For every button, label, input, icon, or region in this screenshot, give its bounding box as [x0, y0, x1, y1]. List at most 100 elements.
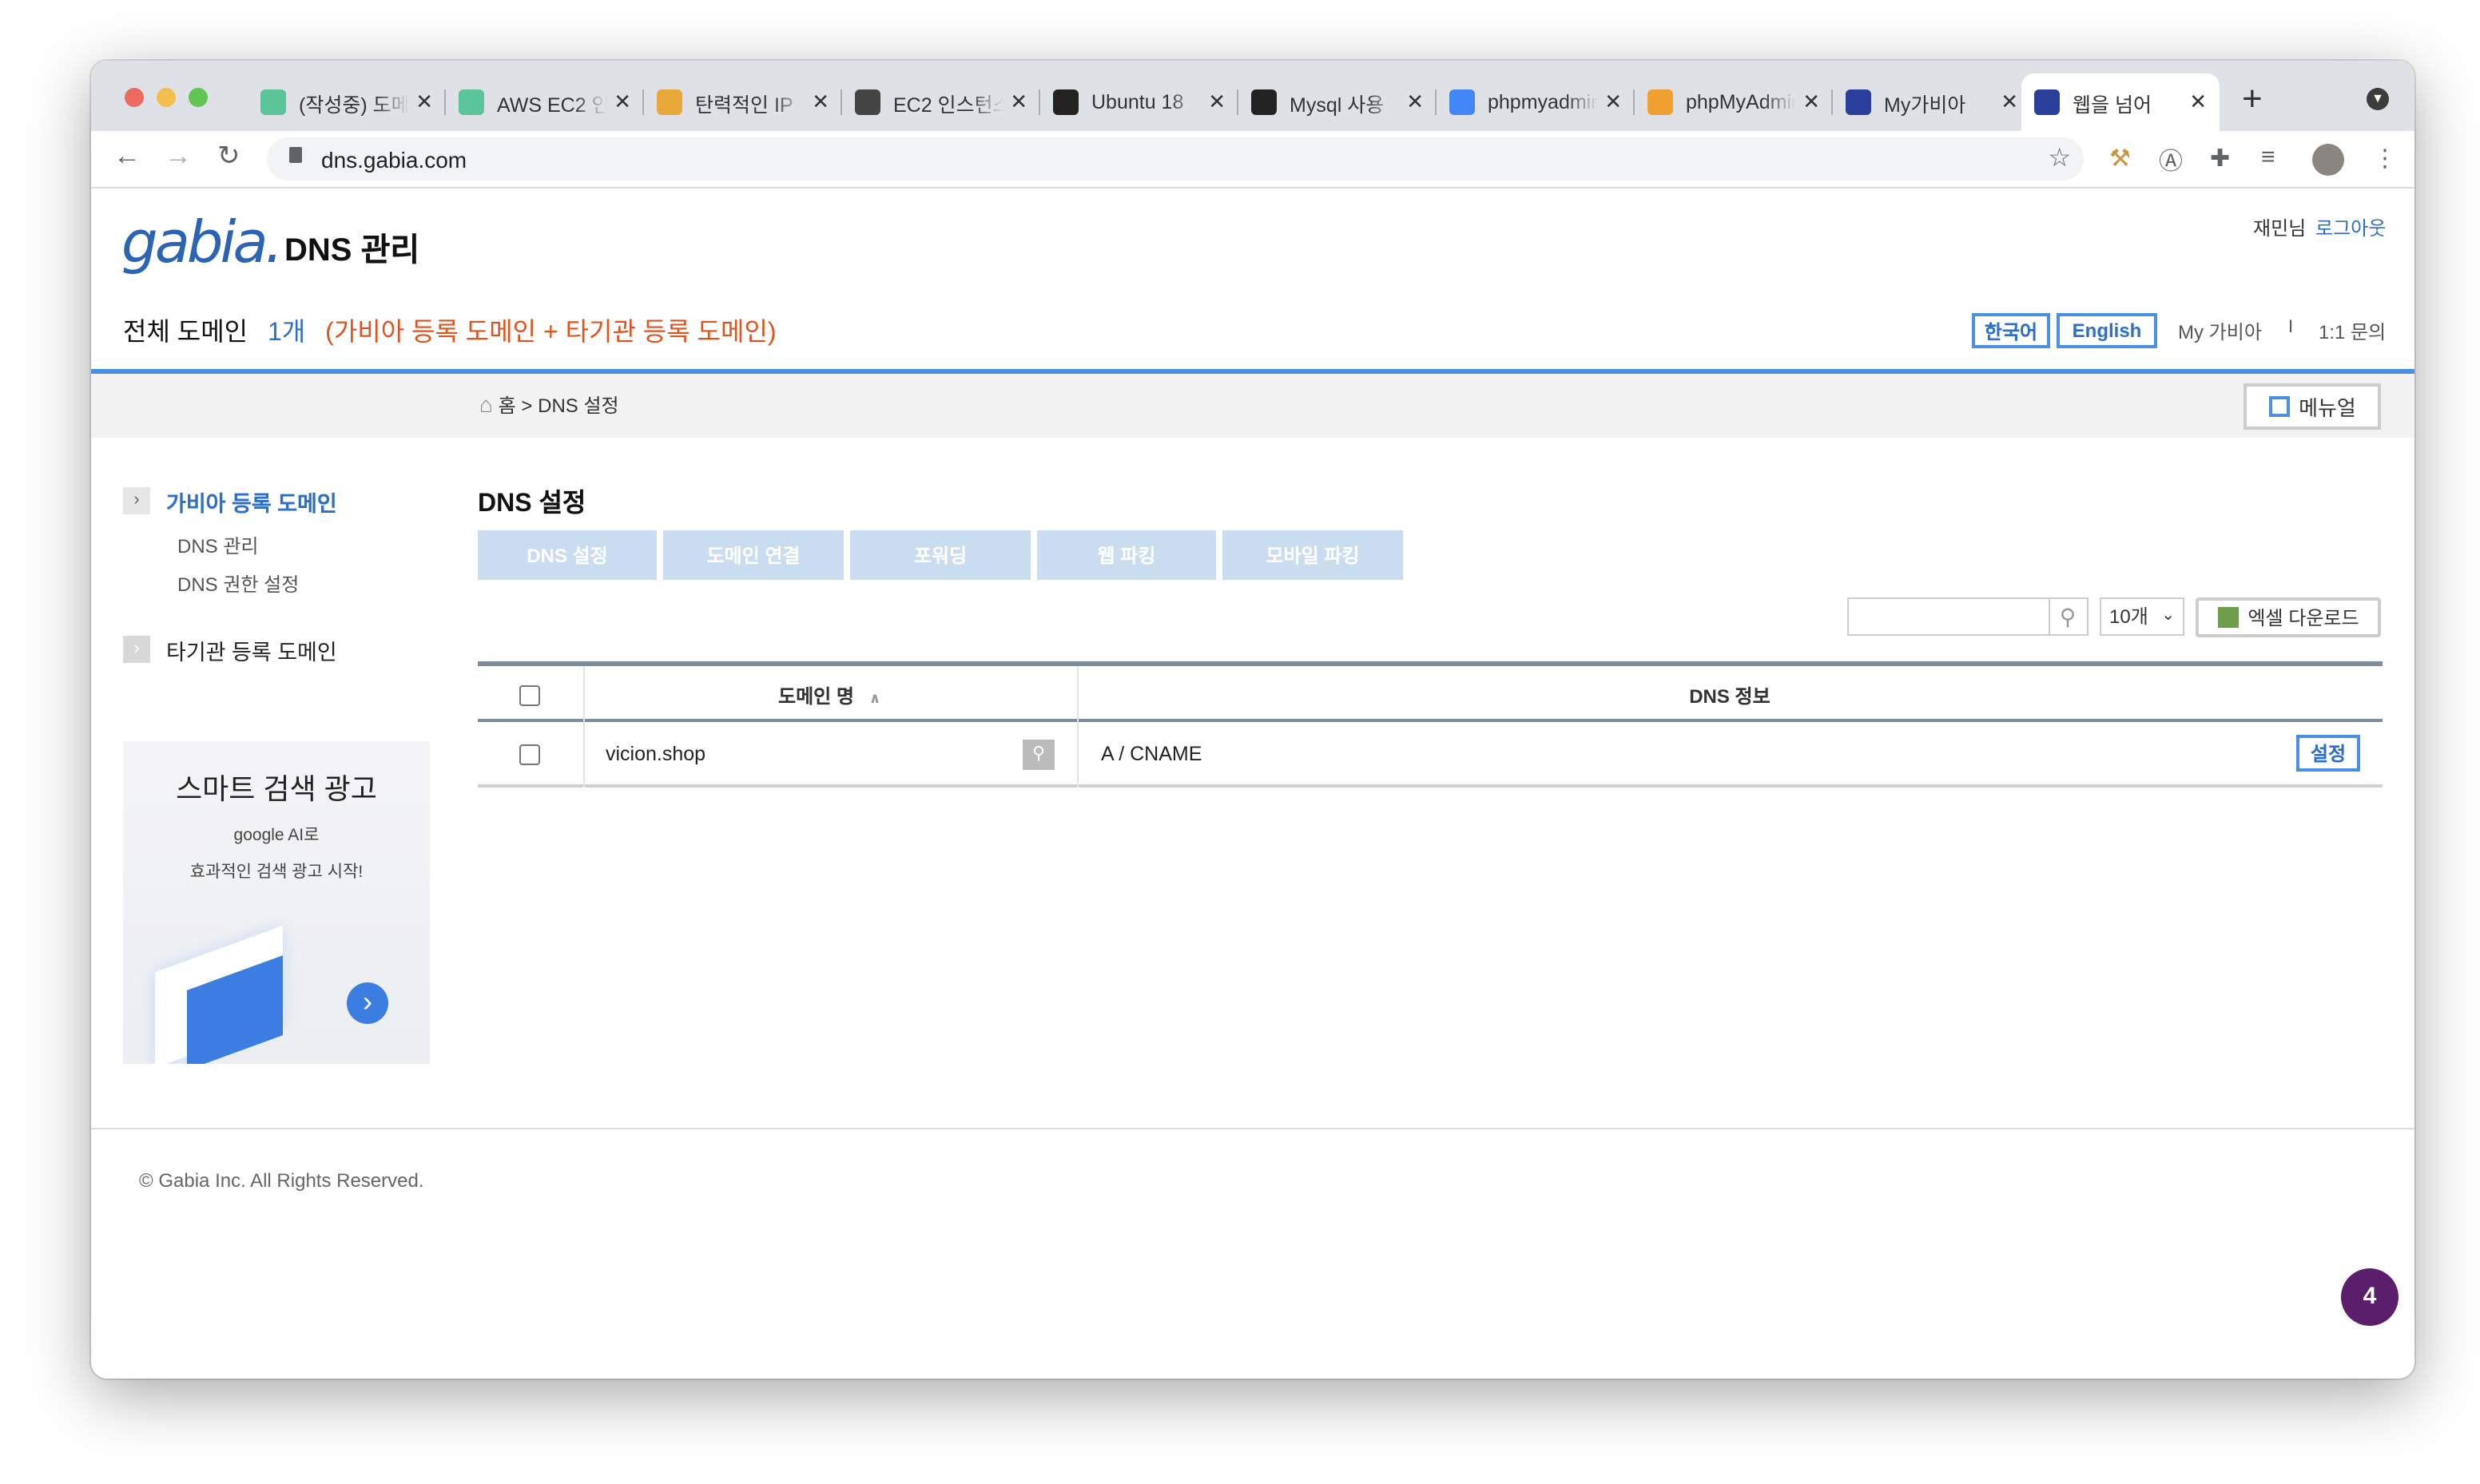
tab-title: 탄력적인 IP — [695, 93, 793, 116]
browser-tab[interactable]: EC2 인스턴스 ✕ — [842, 73, 1040, 131]
browser-tab[interactable]: phpMyAdmin ✕ — [1635, 73, 1833, 131]
inquiry-link[interactable]: 1:1 문의 — [2319, 318, 2386, 345]
close-tab-icon[interactable]: ✕ — [614, 89, 631, 115]
menu-kebab-icon[interactable]: ⋮ — [2373, 144, 2397, 173]
select-all-checkbox[interactable] — [519, 685, 540, 706]
dns-info: A / CNAME — [1101, 743, 1202, 765]
address-bar[interactable]: dns.gabia.com ☆ — [267, 137, 2084, 181]
chevron-down-icon: ⌄ — [2161, 607, 2175, 625]
browser-tab[interactable]: AWS EC2 인스턴스 ✕ — [446, 73, 644, 131]
close-tab-icon[interactable]: ✕ — [1802, 89, 1820, 115]
url-text: dns.gabia.com — [321, 146, 467, 172]
breadcrumb-bar: ⌂ 홈 > DNS 설정 메뉴얼 — [91, 374, 2414, 438]
lang-english-button[interactable]: English — [2057, 313, 2157, 348]
home-icon[interactable]: ⌂ — [479, 391, 493, 417]
sidebar-item-dns-permission[interactable]: DNS 권한 설정 — [177, 570, 299, 597]
profile-avatar[interactable] — [2312, 144, 2344, 176]
browser-window: (작성중) 도메인✕AWS EC2 인스턴스✕탄력적인 IP✕EC2 인스턴스✕… — [91, 61, 2414, 1379]
notification-badge-button[interactable]: 4 — [2341, 1268, 2399, 1326]
chevron-right-icon[interactable]: › — [123, 487, 150, 514]
tab-domain-connect[interactable]: 도메인 연결 — [663, 530, 844, 580]
close-window-button[interactable] — [125, 88, 144, 107]
close-tab-icon[interactable]: ✕ — [2001, 89, 2018, 115]
sidebar-group-gabia[interactable]: 가비아 등록 도메인 — [166, 486, 337, 518]
excel-download-button[interactable]: 엑셀 다운로드 — [2196, 597, 2381, 637]
tab-title: My가비아 — [1884, 93, 1966, 116]
breadcrumb-home[interactable]: 홈 — [499, 395, 516, 417]
search-icon[interactable]: ⚲ — [2049, 597, 2089, 636]
pma-icon — [1647, 89, 1673, 115]
tab-forwarding[interactable]: 포워딩 — [850, 530, 1031, 580]
domain-search-input[interactable] — [1847, 597, 2050, 636]
domain-search-icon[interactable]: ⚲ — [1023, 740, 1055, 770]
domain-name: vicion.shop — [606, 743, 706, 765]
chevron-right-icon[interactable]: › — [123, 636, 150, 663]
page-size-select[interactable]: 10개 ⌄ — [2100, 597, 2184, 636]
browser-tab[interactable]: 웹을 넘어 ✕ — [2021, 73, 2220, 131]
browser-tab[interactable]: phpmyadmin ✕ — [1437, 73, 1635, 131]
extensions-puzzle-icon[interactable]: ✚ — [2210, 144, 2230, 173]
excel-chart-icon — [2217, 607, 2239, 628]
new-tab-button[interactable]: + — [2242, 78, 2263, 120]
tab-title: Ubuntu 18 — [1091, 91, 1184, 113]
tab-title: AWS EC2 인스턴스 — [497, 93, 607, 116]
close-tab-icon[interactable]: ✕ — [1604, 89, 1622, 115]
sidebar-item-dns-manage[interactable]: DNS 관리 — [177, 532, 259, 559]
google-icon — [1449, 89, 1475, 115]
column-label: 도메인 명 — [778, 685, 854, 708]
close-tab-icon[interactable]: ✕ — [812, 89, 829, 115]
sidebar-group-other[interactable]: 타기관 등록 도메인 — [166, 634, 337, 666]
total-domain-label: 전체 도메인 — [123, 319, 248, 347]
browser-tab[interactable]: Mysql 사용 ✕ — [1238, 73, 1437, 131]
extension-hammer-icon[interactable]: ⚒ — [2109, 144, 2131, 173]
header-divider: I — [2288, 318, 2294, 337]
tab-dns-settings[interactable]: DNS 설정 — [478, 530, 657, 580]
page: gabia. DNS 관리 재민님 로그아웃 전체 도메인 1개 (가비아 등록… — [91, 188, 2414, 1379]
reading-list-icon[interactable]: ≡ — [2261, 144, 2275, 171]
breadcrumb-separator: > — [521, 395, 533, 417]
tab-search-icon[interactable]: ▼ — [2367, 88, 2389, 110]
browser-tab[interactable]: (작성중) 도메인✕ — [248, 73, 446, 131]
my-gabia-link[interactable]: My 가비아 — [2178, 318, 2262, 345]
reload-button[interactable]: ↻ — [217, 141, 240, 173]
terminal-icon — [855, 89, 880, 115]
smart-search-ad-banner[interactable]: 스마트 검색 광고 google AI로 효과적인 검색 광고 시작! › — [123, 741, 430, 1064]
close-tab-icon[interactable]: ✕ — [1010, 89, 1027, 115]
bookmark-star-icon[interactable]: ☆ — [2048, 142, 2071, 174]
tab-strip: (작성중) 도메인✕AWS EC2 인스턴스✕탄력적인 IP✕EC2 인스턴스✕… — [91, 61, 2414, 131]
lang-korean-button[interactable]: 한국어 — [1972, 313, 2050, 348]
tab-title: (작성중) 도메인 — [299, 93, 410, 116]
back-button[interactable]: ← — [113, 141, 141, 173]
manual-label: 메뉴얼 — [2299, 396, 2356, 420]
gabia-icon — [1846, 89, 1871, 115]
close-tab-icon[interactable]: ✕ — [1406, 89, 1424, 115]
v-icon — [459, 89, 484, 115]
row-checkbox[interactable] — [519, 744, 540, 765]
arrow-right-icon[interactable]: › — [347, 982, 388, 1024]
tab-mobile-parking[interactable]: 모바일 파킹 — [1222, 530, 1403, 580]
browser-tab[interactable]: My가비아 ✕ — [1833, 73, 2031, 131]
copyright: © Gabia Inc. All Rights Reserved. — [139, 1169, 424, 1192]
minimize-window-button[interactable] — [157, 88, 176, 107]
tab-title: phpmyadmin — [1488, 91, 1599, 113]
gabia-logo[interactable]: gabia. — [121, 211, 284, 276]
close-tab-icon[interactable]: ✕ — [1208, 89, 1226, 115]
tab-title: EC2 인스턴스 — [893, 93, 1004, 116]
column-domain-name[interactable]: 도메인 명 ∧ — [778, 682, 880, 709]
tab-web-parking[interactable]: 웹 파킹 — [1037, 530, 1216, 580]
document-icon — [2268, 396, 2290, 417]
manual-button[interactable]: 메뉴얼 — [2244, 383, 2381, 430]
close-tab-icon[interactable]: ✕ — [2189, 89, 2207, 115]
browser-tab[interactable]: Ubuntu 18 ✕ — [1040, 73, 1238, 131]
page-header-title: DNS 관리 — [284, 233, 420, 268]
extension-a-icon[interactable]: Ⓐ — [2159, 144, 2183, 177]
sort-asc-icon[interactable]: ∧ — [869, 690, 881, 706]
table-header: 도메인 명 ∧ DNS 정보 — [478, 666, 2383, 722]
browser-tab[interactable]: 탄력적인 IP ✕ — [644, 73, 842, 131]
dns-settings-button[interactable]: 설정 — [2296, 735, 2360, 772]
logout-link[interactable]: 로그아웃 — [2315, 214, 2386, 241]
forward-button[interactable]: → — [165, 141, 192, 173]
total-domain-count: 1개 — [268, 319, 306, 347]
close-tab-icon[interactable]: ✕ — [415, 89, 433, 115]
maximize-window-button[interactable] — [189, 88, 208, 107]
